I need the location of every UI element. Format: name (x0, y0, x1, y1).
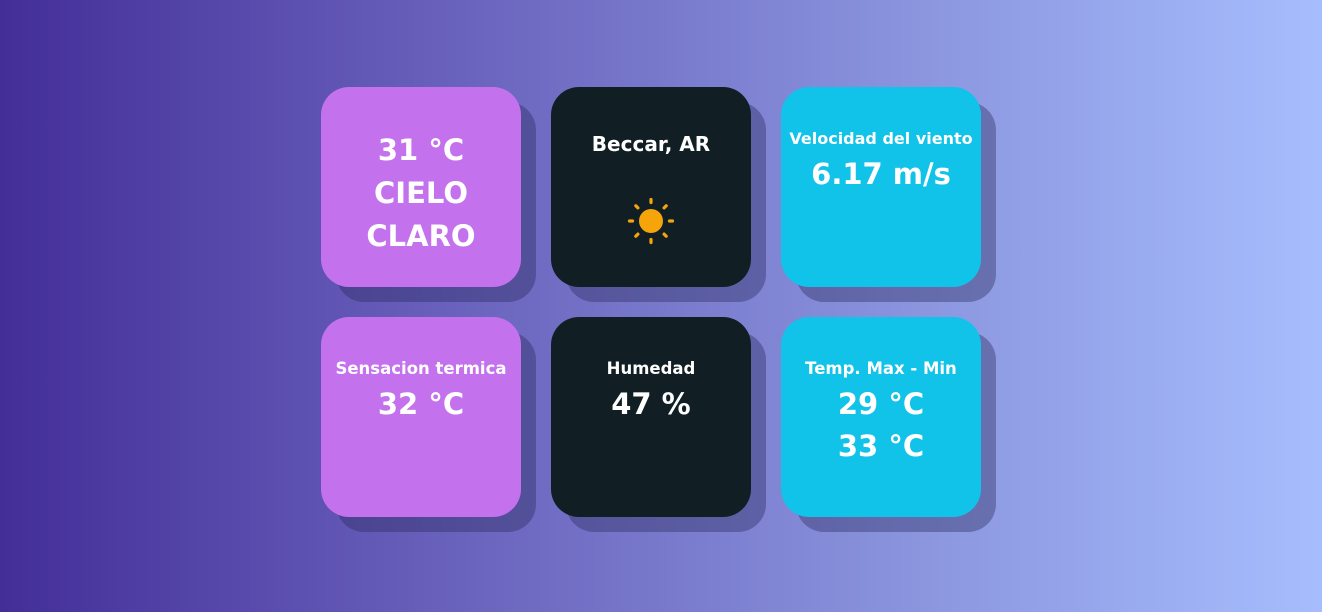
humidity-value: 47 % (611, 387, 691, 421)
feels-like-value: 32 °C (377, 387, 465, 421)
minmax-card: Temp. Max - Min 29 °C 33 °C (781, 317, 981, 517)
location-card: Beccar, AR (551, 87, 751, 287)
feels-like-label: Sensacion termica (335, 359, 507, 378)
location-name: Beccar, AR (591, 132, 711, 156)
wind-label: Velocidad del viento (789, 129, 973, 148)
sun-icon (627, 197, 675, 245)
weather-grid: 31 °C CIELO CLARO Beccar, AR Velocidad d… (321, 87, 981, 517)
current-temperature: 31 °C (377, 133, 465, 167)
wind-card: Velocidad del viento 6.17 m/s (781, 87, 981, 287)
humidity-label: Humedad (606, 359, 696, 378)
weather-description-line1: CIELO (374, 176, 468, 210)
current-weather-card: 31 °C CIELO CLARO (321, 87, 521, 287)
wind-value: 6.17 m/s (811, 157, 951, 191)
min-temperature: 33 °C (837, 429, 925, 463)
minmax-label: Temp. Max - Min (805, 359, 957, 378)
feels-like-card: Sensacion termica 32 °C (321, 317, 521, 517)
max-temperature: 29 °C (837, 387, 925, 421)
weather-description-line2: CLARO (366, 219, 476, 253)
humidity-card: Humedad 47 % (551, 317, 751, 517)
